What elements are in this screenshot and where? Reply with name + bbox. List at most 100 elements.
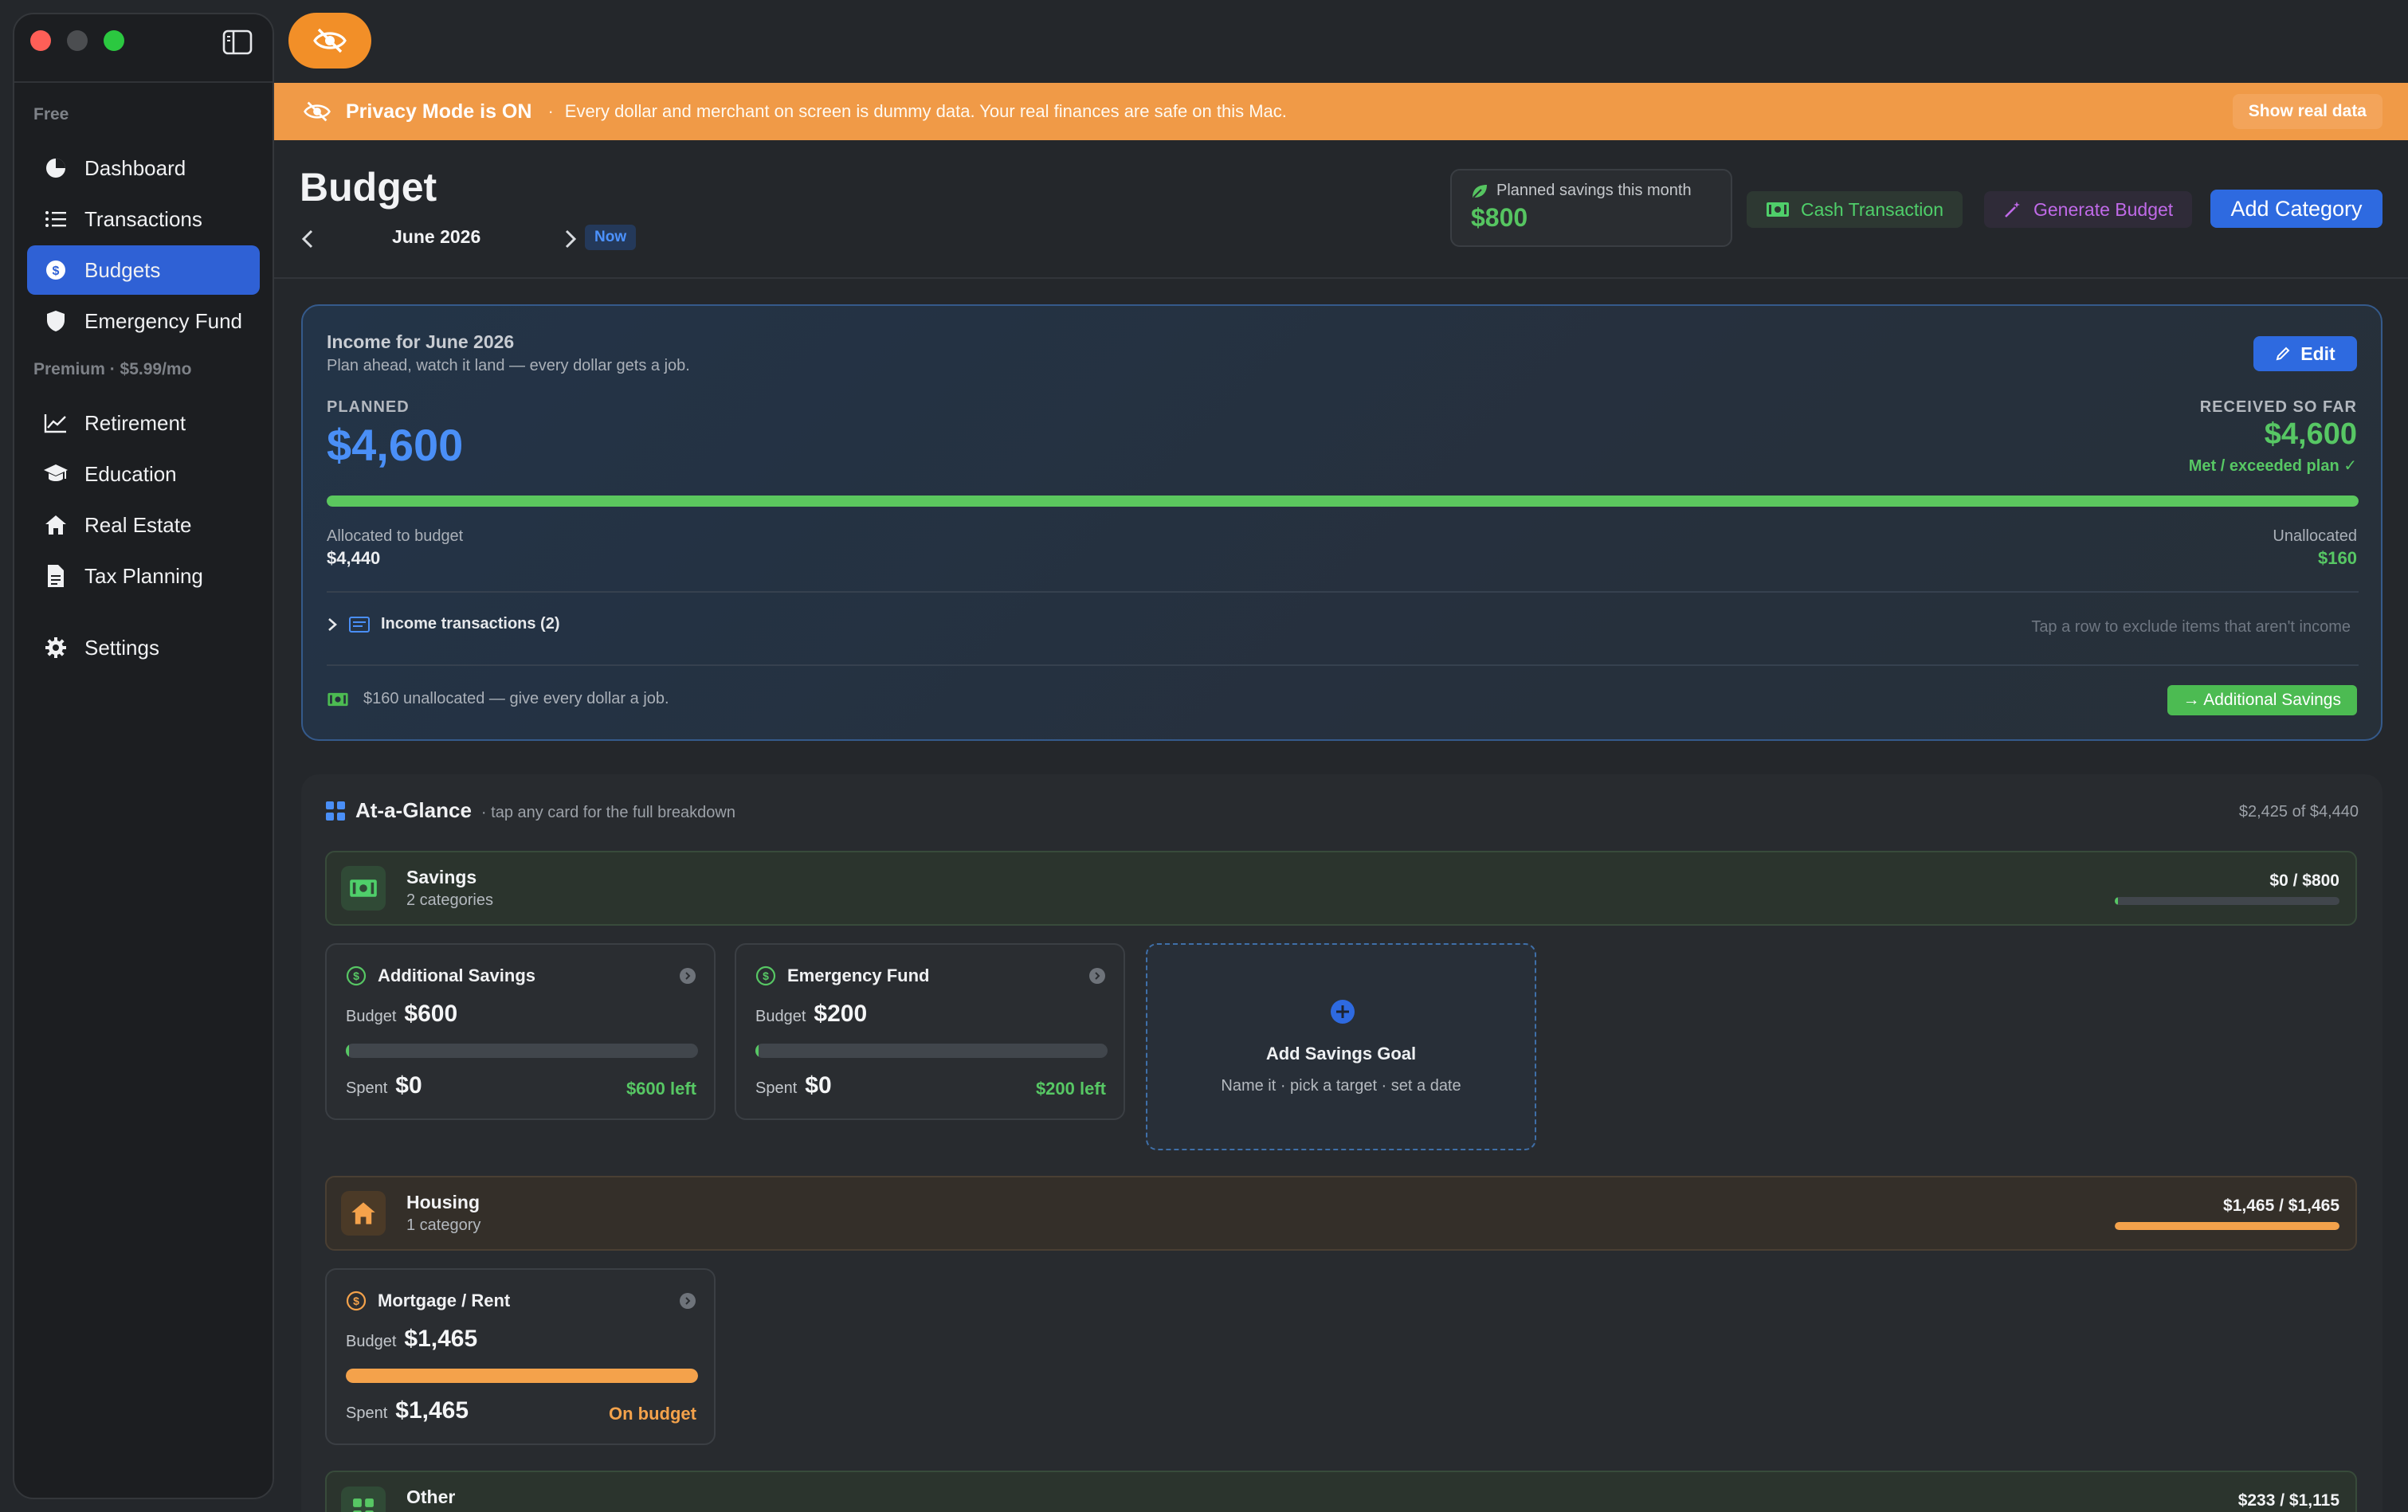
svg-text:$: $ <box>53 264 60 278</box>
sidebar-toggle-icon[interactable] <box>222 29 253 56</box>
eye-slash-icon <box>303 101 331 122</box>
spent-label: Spent <box>346 1079 388 1097</box>
unallocated-note: $160 unallocated — give every dollar a j… <box>327 690 669 708</box>
category-progress-fill <box>755 1044 759 1058</box>
add-goal-subtitle: Name it · pick a target · set a date <box>1221 1077 1461 1095</box>
remaining-value: $200 left <box>1035 1079 1106 1099</box>
income-transactions-toggle[interactable]: Income transactions (2) <box>327 615 560 633</box>
cash-transaction-button[interactable]: Cash Transaction <box>1747 191 1963 228</box>
info-icon[interactable] <box>1088 967 1106 985</box>
svg-text:$: $ <box>353 969 359 982</box>
spent-label: Spent <box>346 1404 388 1422</box>
income-progress-bar <box>327 496 2359 507</box>
category-progress-bar <box>346 1369 698 1383</box>
add-savings-goal-card[interactable]: Add Savings Goal Name it · pick a target… <box>1146 943 1536 1150</box>
gear-icon <box>43 635 69 660</box>
sidebar-item-settings[interactable]: Settings <box>27 623 260 672</box>
sidebar-item-transactions[interactable]: Transactions <box>27 194 260 244</box>
planned-savings-card: Planned savings this month $800 <box>1450 169 1732 247</box>
chevron-right-icon <box>327 617 338 633</box>
category-progress-bar <box>755 1044 1108 1058</box>
sidebar-item-emergency-fund[interactable]: Emergency Fund <box>27 296 260 346</box>
svg-text:$: $ <box>353 1295 359 1307</box>
savings-group[interactable]: Savings 2 categories $0 / $800 <box>325 851 2357 926</box>
group-name: Other <box>406 1487 456 1507</box>
group-name: Housing <box>406 1192 480 1212</box>
group-progress-bar <box>2115 897 2339 905</box>
sidebar-divider <box>14 81 273 83</box>
planned-value: $4,600 <box>327 420 464 470</box>
budget-label: Budget <box>755 1008 806 1025</box>
unallocated-note-text: $160 unallocated — give every dollar a j… <box>363 690 669 707</box>
banner-title: Privacy Mode is ON <box>346 100 532 123</box>
received-value: $4,600 <box>2264 417 2357 451</box>
income-card[interactable]: Income for June 2026 Plan ahead, watch i… <box>301 304 2383 741</box>
income-transactions-label: Income transactions (2) <box>381 615 560 633</box>
unallocated-label: Unallocated <box>2273 527 2357 545</box>
sidebar-item-real-estate[interactable]: Real Estate <box>27 500 260 550</box>
edit-income-button[interactable]: Edit <box>2253 336 2357 371</box>
magic-wand-icon <box>2003 200 2022 219</box>
spent-value: $0 <box>395 1072 422 1099</box>
housing-group[interactable]: Housing 1 category $1,465 / $1,465 <box>325 1176 2357 1251</box>
sidebar-item-tax-planning[interactable]: Tax Planning <box>27 551 260 601</box>
list-icon <box>43 206 69 232</box>
income-divider <box>327 664 2359 666</box>
at-a-glance-panel: At-a-Glance · tap any card for the full … <box>301 774 2383 1512</box>
unallocated-value: $160 <box>2318 548 2357 568</box>
banner-separator: · <box>547 101 554 121</box>
group-amount: $0 / $800 <box>2269 872 2339 890</box>
allocated-value: $4,440 <box>327 548 381 568</box>
category-progress-fill <box>346 1369 698 1383</box>
income-transactions-hint: Tap a row to exclude items that aren't i… <box>2031 618 2351 636</box>
spent-label: Spent <box>755 1079 798 1097</box>
planned-savings-label: Planned savings this month <box>1496 182 1692 199</box>
generate-budget-button[interactable]: Generate Budget <box>1984 191 2193 228</box>
budget-value: $1,465 <box>404 1326 478 1352</box>
minimize-window-button[interactable] <box>67 30 88 51</box>
shield-icon <box>43 308 69 334</box>
add-category-button[interactable]: Add Category <box>2210 190 2383 228</box>
info-icon[interactable] <box>679 1292 696 1310</box>
budget-value: $600 <box>404 1001 458 1027</box>
spent-value: $0 <box>805 1072 832 1099</box>
sidebar-item-dashboard[interactable]: Dashboard <box>27 143 260 193</box>
sidebar-section-premium: Premium · $5.99/mo <box>33 360 192 378</box>
dollar-circle-icon: $ <box>346 966 367 986</box>
chevron-right-icon[interactable] <box>558 225 582 253</box>
planned-savings-value: $800 <box>1471 203 1528 232</box>
edit-label: Edit <box>2300 343 2335 364</box>
dollar-circle-icon: $ <box>755 966 776 986</box>
now-button[interactable]: Now <box>585 225 637 250</box>
group-count: 2 categories <box>406 891 493 909</box>
glance-header: At-a-Glance · tap any card for the full … <box>325 798 735 823</box>
sidebar-item-label: Emergency Fund <box>84 308 242 333</box>
sidebar-item-education[interactable]: Education <box>27 449 260 499</box>
close-window-button[interactable] <box>30 30 51 51</box>
met-plan-status: Met / exceeded plan ✓ <box>2188 457 2357 475</box>
allocated-label: Allocated to budget <box>327 527 464 545</box>
category-card-emergency-fund[interactable]: $ Emergency Fund Budget $200 Spent $0 $200… <box>735 943 1125 1120</box>
income-progress-fill <box>327 496 2359 507</box>
sidebar-item-budgets[interactable]: $ Budgets <box>27 245 260 295</box>
sidebar-item-retirement[interactable]: Retirement <box>27 398 260 448</box>
house-icon <box>43 512 69 538</box>
chevron-left-icon[interactable] <box>296 225 320 253</box>
group-progress-bar <box>2115 1222 2339 1230</box>
group-count: 1 category <box>406 1216 481 1234</box>
remaining-value: $600 left <box>626 1079 696 1099</box>
sidebar-item-label: Budgets <box>84 257 161 282</box>
other-group[interactable]: Other $233 / $1,115 <box>325 1471 2357 1512</box>
category-card-mortgage-rent[interactable]: $ Mortgage / Rent Budget $1,465 Spent $1,4… <box>325 1268 716 1445</box>
privacy-banner: Privacy Mode is ON · Every dollar and me… <box>274 83 2408 140</box>
zoom-window-button[interactable] <box>104 30 124 51</box>
dollar-circle-icon: $ <box>43 257 69 283</box>
additional-savings-button[interactable]: → Additional Savings <box>2167 685 2357 715</box>
info-icon[interactable] <box>679 967 696 985</box>
income-subtitle: Plan ahead, watch it land — every dollar… <box>327 357 690 374</box>
group-name: Savings <box>406 867 477 887</box>
show-real-data-button[interactable]: Show real data <box>2232 94 2383 129</box>
privacy-toggle-button[interactable] <box>288 13 371 69</box>
category-card-additional-savings[interactable]: $ Additional Savings Budget $600 Spent $0 … <box>325 943 716 1120</box>
document-icon <box>43 563 69 589</box>
